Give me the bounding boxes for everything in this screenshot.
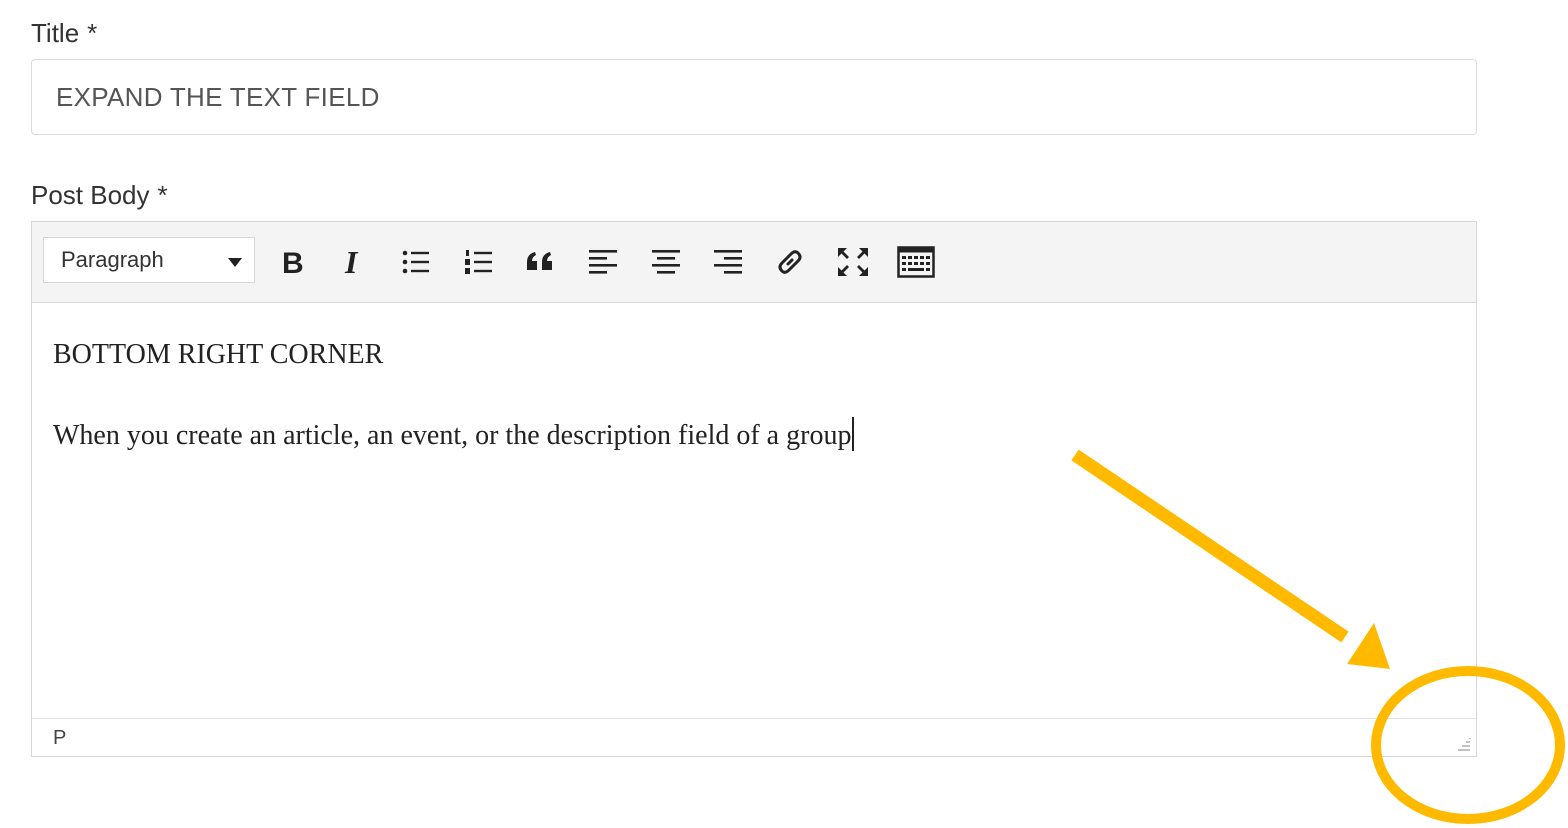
content-paragraph-text: When you create an article, an event, or… [53,420,852,451]
format-select-value: Paragraph [61,247,164,272]
svg-text:I: I [344,247,359,277]
numbered-list-button[interactable] [461,244,497,280]
align-left-icon [589,250,617,274]
blockquote-button[interactable] [523,244,559,280]
align-right-button[interactable] [710,244,746,280]
post-body-label-text: Post Body [31,180,150,210]
italic-button[interactable]: I [335,244,371,280]
editor-toolbar: Paragraph B I [32,222,1476,303]
bullet-list-icon [402,250,429,274]
bullet-list-button[interactable] [398,244,434,280]
required-marker: * [157,180,168,210]
editor-statusbar: P [32,718,1476,756]
align-center-icon [652,250,680,274]
title-label: Title * [31,20,97,46]
content-paragraph: When you create an article, an event, or… [53,417,855,452]
blockquote-icon [527,252,552,270]
align-right-icon [714,250,742,274]
numbered-list-icon [465,250,492,274]
content-paragraph: BOTTOM RIGHT CORNER [53,339,384,370]
link-icon [778,250,802,274]
link-button[interactable] [772,244,808,280]
title-input[interactable] [31,59,1477,135]
required-marker: * [87,18,98,48]
bold-icon: B [282,247,304,277]
fullscreen-icon [838,248,868,276]
svg-text:B: B [282,247,304,277]
resize-handle-icon[interactable] [1454,734,1472,752]
text-cursor [852,417,855,451]
rich-text-editor: Paragraph B I BOTTOM RIGHT CORNER When y… [31,221,1477,757]
post-body-label: Post Body * [31,182,168,208]
element-path[interactable]: P [53,727,66,750]
fullscreen-button[interactable] [835,244,871,280]
format-select[interactable]: Paragraph [43,237,255,283]
italic-icon: I [344,247,359,277]
title-label-text: Title [31,18,80,48]
editor-content-area[interactable]: BOTTOM RIGHT CORNER When you create an a… [32,303,1476,720]
align-center-button[interactable] [648,244,684,280]
bold-button[interactable]: B [274,244,310,280]
align-left-button[interactable] [585,244,621,280]
chevron-down-icon [228,258,242,267]
toolbar-toggle-icon [897,246,935,278]
toolbar-toggle-button[interactable] [896,244,936,280]
